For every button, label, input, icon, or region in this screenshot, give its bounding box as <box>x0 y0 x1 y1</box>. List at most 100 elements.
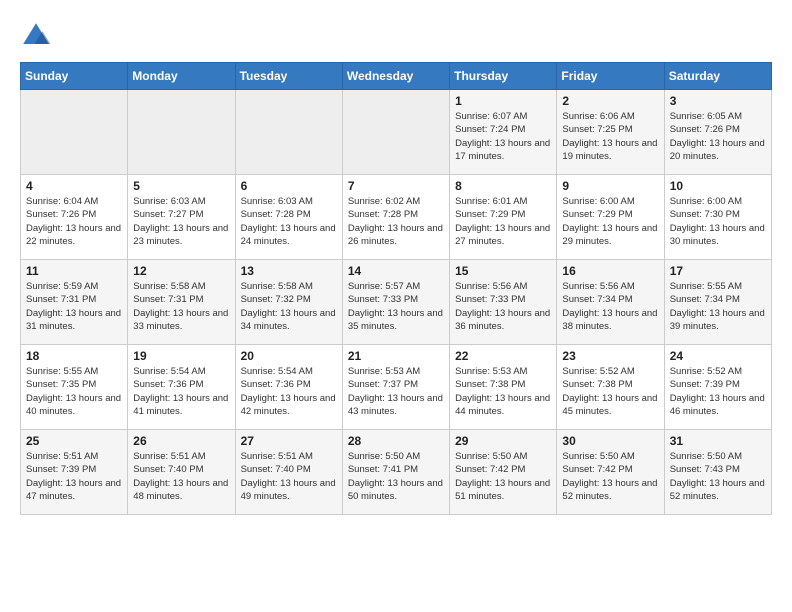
weekday-header-sunday: Sunday <box>21 63 128 90</box>
weekday-header-thursday: Thursday <box>450 63 557 90</box>
day-info: Sunrise: 6:02 AMSunset: 7:28 PMDaylight:… <box>348 195 444 248</box>
day-cell: 7Sunrise: 6:02 AMSunset: 7:28 PMDaylight… <box>342 175 449 260</box>
day-info: Sunrise: 6:00 AMSunset: 7:29 PMDaylight:… <box>562 195 658 248</box>
day-info: Sunrise: 6:01 AMSunset: 7:29 PMDaylight:… <box>455 195 551 248</box>
day-cell: 11Sunrise: 5:59 AMSunset: 7:31 PMDayligh… <box>21 260 128 345</box>
day-cell: 22 Sunrise: 5:53 AMSunset: 7:38 PMDayligh… <box>450 345 557 430</box>
day-info: Sunrise: 5:56 AMSunset: 7:33 PMDaylight:… <box>455 280 551 333</box>
day-info: Sunrise: 6:07 AMSunset: 7:24 PMDaylight:… <box>455 110 551 163</box>
day-cell: 26 Sunrise: 5:51 AMSunset: 7:40 PMDayligh… <box>128 430 235 515</box>
day-cell: 13 Sunrise: 5:58 AMSunset: 7:32 PMDayligh… <box>235 260 342 345</box>
day-number: 5 <box>133 179 229 193</box>
day-cell: 31 Sunrise: 5:50 AMSunset: 7:43 PMDayligh… <box>664 430 771 515</box>
calendar-body: 1 Sunrise: 6:07 AMSunset: 7:24 PMDaylight… <box>21 90 772 515</box>
weekday-header-friday: Friday <box>557 63 664 90</box>
day-cell: 25Sunrise: 5:51 AMSunset: 7:39 PMDayligh… <box>21 430 128 515</box>
day-number: 17 <box>670 264 766 278</box>
day-cell: 30 Sunrise: 5:50 AMSunset: 7:42 PMDayligh… <box>557 430 664 515</box>
day-number: 10 <box>670 179 766 193</box>
day-cell: 16Sunrise: 5:56 AMSunset: 7:34 PMDayligh… <box>557 260 664 345</box>
day-number: 3 <box>670 94 766 108</box>
day-info: Sunrise: 5:51 AMSunset: 7:40 PMDaylight:… <box>133 450 229 503</box>
day-info: Sunrise: 5:54 AMSunset: 7:36 PMDaylight:… <box>241 365 337 418</box>
day-number: 21 <box>348 349 444 363</box>
day-cell: 18 Sunrise: 5:55 AMSunset: 7:35 PMDayligh… <box>21 345 128 430</box>
week-row-3: 11Sunrise: 5:59 AMSunset: 7:31 PMDayligh… <box>21 260 772 345</box>
weekday-header-saturday: Saturday <box>664 63 771 90</box>
day-number: 1 <box>455 94 551 108</box>
day-number: 19 <box>133 349 229 363</box>
day-info: Sunrise: 5:51 AMSunset: 7:40 PMDaylight:… <box>241 450 337 503</box>
day-number: 22 <box>455 349 551 363</box>
day-number: 28 <box>348 434 444 448</box>
logo-icon <box>20 20 52 52</box>
day-cell: 28Sunrise: 5:50 AMSunset: 7:41 PMDayligh… <box>342 430 449 515</box>
day-info: Sunrise: 6:04 AMSunset: 7:26 PMDaylight:… <box>26 195 122 248</box>
day-cell <box>342 90 449 175</box>
day-info: Sunrise: 5:58 AMSunset: 7:31 PMDaylight:… <box>133 280 229 333</box>
day-number: 14 <box>348 264 444 278</box>
day-info: Sunrise: 5:52 AMSunset: 7:39 PMDaylight:… <box>670 365 766 418</box>
day-cell: 23 Sunrise: 5:52 AMSunset: 7:38 PMDayligh… <box>557 345 664 430</box>
day-cell: 8 Sunrise: 6:01 AMSunset: 7:29 PMDaylight… <box>450 175 557 260</box>
day-cell: 6Sunrise: 6:03 AMSunset: 7:28 PMDaylight… <box>235 175 342 260</box>
day-number: 4 <box>26 179 122 193</box>
day-cell: 2Sunrise: 6:06 AMSunset: 7:25 PMDaylight… <box>557 90 664 175</box>
weekday-header-tuesday: Tuesday <box>235 63 342 90</box>
calendar-header: SundayMondayTuesdayWednesdayThursdayFrid… <box>21 63 772 90</box>
day-cell: 1 Sunrise: 6:07 AMSunset: 7:24 PMDaylight… <box>450 90 557 175</box>
day-cell <box>235 90 342 175</box>
day-number: 25 <box>26 434 122 448</box>
week-row-5: 25Sunrise: 5:51 AMSunset: 7:39 PMDayligh… <box>21 430 772 515</box>
day-info: Sunrise: 5:58 AMSunset: 7:32 PMDaylight:… <box>241 280 337 333</box>
day-cell: 17 Sunrise: 5:55 AMSunset: 7:34 PMDayligh… <box>664 260 771 345</box>
day-number: 11 <box>26 264 122 278</box>
weekday-header-wednesday: Wednesday <box>342 63 449 90</box>
day-cell: 24 Sunrise: 5:52 AMSunset: 7:39 PMDayligh… <box>664 345 771 430</box>
day-info: Sunrise: 5:50 AMSunset: 7:43 PMDaylight:… <box>670 450 766 503</box>
day-cell: 27 Sunrise: 5:51 AMSunset: 7:40 PMDayligh… <box>235 430 342 515</box>
day-number: 6 <box>241 179 337 193</box>
day-info: Sunrise: 5:52 AMSunset: 7:38 PMDaylight:… <box>562 365 658 418</box>
day-cell: 19Sunrise: 5:54 AMSunset: 7:36 PMDayligh… <box>128 345 235 430</box>
day-number: 8 <box>455 179 551 193</box>
day-cell: 10 Sunrise: 6:00 AMSunset: 7:30 PMDayligh… <box>664 175 771 260</box>
day-info: Sunrise: 5:55 AMSunset: 7:35 PMDaylight:… <box>26 365 122 418</box>
day-cell: 21 Sunrise: 5:53 AMSunset: 7:37 PMDayligh… <box>342 345 449 430</box>
day-cell: 20 Sunrise: 5:54 AMSunset: 7:36 PMDayligh… <box>235 345 342 430</box>
day-info: Sunrise: 5:57 AMSunset: 7:33 PMDaylight:… <box>348 280 444 333</box>
day-info: Sunrise: 6:00 AMSunset: 7:30 PMDaylight:… <box>670 195 766 248</box>
day-number: 29 <box>455 434 551 448</box>
day-cell: 3 Sunrise: 6:05 AMSunset: 7:26 PMDaylight… <box>664 90 771 175</box>
calendar-table: SundayMondayTuesdayWednesdayThursdayFrid… <box>20 62 772 515</box>
day-number: 31 <box>670 434 766 448</box>
day-number: 27 <box>241 434 337 448</box>
day-info: Sunrise: 5:50 AMSunset: 7:42 PMDaylight:… <box>562 450 658 503</box>
day-number: 23 <box>562 349 658 363</box>
day-number: 20 <box>241 349 337 363</box>
week-row-2: 4 Sunrise: 6:04 AMSunset: 7:26 PMDaylight… <box>21 175 772 260</box>
day-number: 13 <box>241 264 337 278</box>
day-cell: 12 Sunrise: 5:58 AMSunset: 7:31 PMDayligh… <box>128 260 235 345</box>
day-number: 30 <box>562 434 658 448</box>
day-info: Sunrise: 5:53 AMSunset: 7:38 PMDaylight:… <box>455 365 551 418</box>
day-info: Sunrise: 6:05 AMSunset: 7:26 PMDaylight:… <box>670 110 766 163</box>
day-info: Sunrise: 5:55 AMSunset: 7:34 PMDaylight:… <box>670 280 766 333</box>
day-cell: 15Sunrise: 5:56 AMSunset: 7:33 PMDayligh… <box>450 260 557 345</box>
page-header <box>20 20 772 52</box>
day-number: 24 <box>670 349 766 363</box>
week-row-1: 1 Sunrise: 6:07 AMSunset: 7:24 PMDaylight… <box>21 90 772 175</box>
weekday-header-monday: Monday <box>128 63 235 90</box>
day-info: Sunrise: 5:53 AMSunset: 7:37 PMDaylight:… <box>348 365 444 418</box>
day-number: 2 <box>562 94 658 108</box>
day-cell <box>21 90 128 175</box>
day-number: 9 <box>562 179 658 193</box>
day-cell: 14 Sunrise: 5:57 AMSunset: 7:33 PMDayligh… <box>342 260 449 345</box>
week-row-4: 18 Sunrise: 5:55 AMSunset: 7:35 PMDayligh… <box>21 345 772 430</box>
day-number: 18 <box>26 349 122 363</box>
day-number: 12 <box>133 264 229 278</box>
day-number: 26 <box>133 434 229 448</box>
day-info: Sunrise: 5:56 AMSunset: 7:34 PMDaylight:… <box>562 280 658 333</box>
weekday-row: SundayMondayTuesdayWednesdayThursdayFrid… <box>21 63 772 90</box>
day-cell: 5Sunrise: 6:03 AMSunset: 7:27 PMDaylight… <box>128 175 235 260</box>
